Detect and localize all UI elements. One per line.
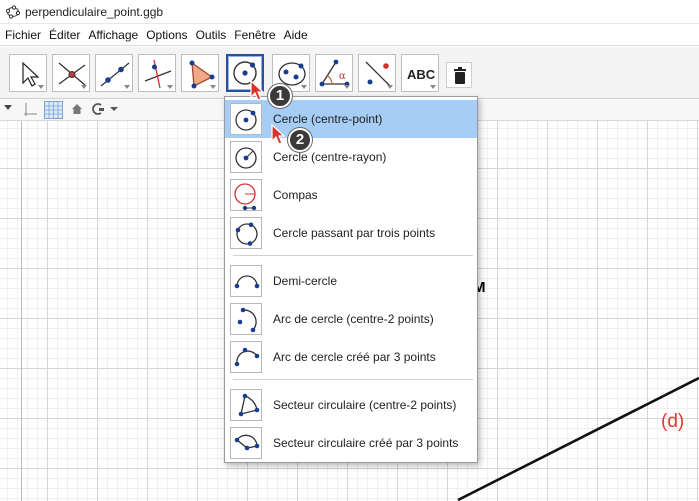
delete-button[interactable] — [446, 62, 472, 88]
dropdown-item-label: Cercle (centre-rayon) — [273, 150, 387, 164]
arc-center-two-points-icon — [230, 303, 262, 335]
line-d-label: (d) — [661, 411, 685, 432]
svg-text:ABC: ABC — [407, 67, 436, 82]
menu-aide[interactable]: Aide — [281, 28, 311, 42]
home-icon[interactable] — [70, 102, 84, 116]
dropdown-separator — [233, 255, 473, 256]
dropdown-item-arc-centre-deux-points[interactable]: Arc de cercle (centre-2 points) — [225, 300, 477, 338]
submenu-arrow-icon — [210, 85, 216, 89]
menu-fenetre[interactable]: Fenêtre — [231, 28, 278, 42]
submenu-arrow-icon — [38, 85, 44, 89]
dropdown-item-secteur-centre-deux-points[interactable]: Secteur circulaire (centre-2 points) — [225, 386, 477, 424]
circle-center-radius-icon — [230, 141, 262, 173]
dropdown-item-label: Cercle passant par trois points — [273, 226, 436, 240]
svg-text:α: α — [339, 71, 346, 82]
step-2-badge: 2 — [288, 128, 312, 152]
move-tool-button[interactable] — [9, 54, 47, 92]
polygon-tool-button[interactable] — [181, 54, 219, 92]
dropdown-item-compas[interactable]: Compas — [225, 176, 477, 214]
submenu-arrow-icon — [387, 85, 393, 89]
mouse-cursor-icon — [271, 124, 286, 145]
circle-tools-dropdown: Cercle (centre-point) Cercle (centre-ray… — [224, 96, 478, 463]
dropdown-item-cercle-centre-point[interactable]: Cercle (centre-point) — [225, 100, 477, 138]
menu-bar: Fichier Éditer Affichage Options Outils … — [0, 24, 699, 46]
dropdown-item-label: Demi-cercle — [273, 274, 338, 288]
step-1-badge: 1 — [268, 84, 292, 108]
sector-three-points-icon — [230, 427, 262, 459]
dropdown-item-demi-cercle[interactable]: Demi-cercle — [225, 262, 477, 300]
menu-options[interactable]: Options — [143, 28, 190, 42]
dropdown-item-arc-trois-points[interactable]: Arc de cercle créé par 3 points — [225, 338, 477, 376]
submenu-arrow-icon — [81, 85, 87, 89]
dropdown-item-label: Secteur circulaire (centre-2 points) — [273, 398, 457, 412]
angle-tool-button[interactable]: α — [315, 54, 353, 92]
submenu-arrow-icon — [344, 85, 350, 89]
window-title: perpendiculaire_point.ggb — [25, 4, 164, 19]
axes-toggle-icon[interactable] — [22, 102, 38, 118]
title-bar: perpendiculaire_point.ggb — [0, 0, 699, 24]
dropdown-item-label: Arc de cercle (centre-2 points) — [273, 312, 434, 326]
menu-outils[interactable]: Outils — [193, 28, 230, 42]
mouse-cursor-icon — [250, 80, 265, 101]
toolbar: α ABC — [0, 47, 699, 99]
toggle-stylebar-icon[interactable] — [4, 105, 12, 111]
circle-three-points-icon — [230, 217, 262, 249]
submenu-arrow-icon — [124, 85, 130, 89]
semicircle-icon — [230, 265, 262, 297]
menu-fichier[interactable]: Fichier — [2, 28, 44, 42]
menu-affichage[interactable]: Affichage — [85, 28, 141, 42]
dropdown-item-secteur-trois-points[interactable]: Secteur circulaire créé par 3 points — [225, 424, 477, 462]
dropdown-item-label: Compas — [273, 188, 318, 202]
perpendicular-tool-button[interactable] — [138, 54, 176, 92]
line-tool-button[interactable] — [95, 54, 133, 92]
circle-center-point-icon — [230, 103, 262, 135]
grid-toggle-icon[interactable] — [44, 101, 63, 119]
dropdown-item-label: Secteur circulaire créé par 3 points — [273, 436, 459, 450]
dropdown-item-cercle-trois-points[interactable]: Cercle passant par trois points — [225, 214, 477, 252]
arc-three-points-icon — [230, 341, 262, 373]
dropdown-item-cercle-centre-rayon[interactable]: Cercle (centre-rayon) — [225, 138, 477, 176]
menu-editer[interactable]: Éditer — [46, 28, 83, 42]
submenu-arrow-icon — [301, 85, 307, 89]
submenu-arrow-icon — [167, 85, 173, 89]
dropdown-separator — [233, 379, 473, 380]
sector-center-two-points-icon — [230, 389, 262, 421]
point-capturing-icon[interactable] — [90, 102, 120, 116]
line-d[interactable] — [457, 376, 699, 501]
point-tool-button[interactable] — [52, 54, 90, 92]
geogebra-app-icon — [6, 4, 20, 19]
dropdown-item-label: Cercle (centre-point) — [273, 112, 383, 126]
compass-icon — [230, 179, 262, 211]
submenu-arrow-icon — [430, 85, 436, 89]
reflect-tool-button[interactable] — [358, 54, 396, 92]
trash-icon — [454, 67, 466, 84]
dropdown-item-label: Arc de cercle créé par 3 points — [273, 350, 436, 364]
text-tool-button[interactable]: ABC — [401, 54, 439, 92]
